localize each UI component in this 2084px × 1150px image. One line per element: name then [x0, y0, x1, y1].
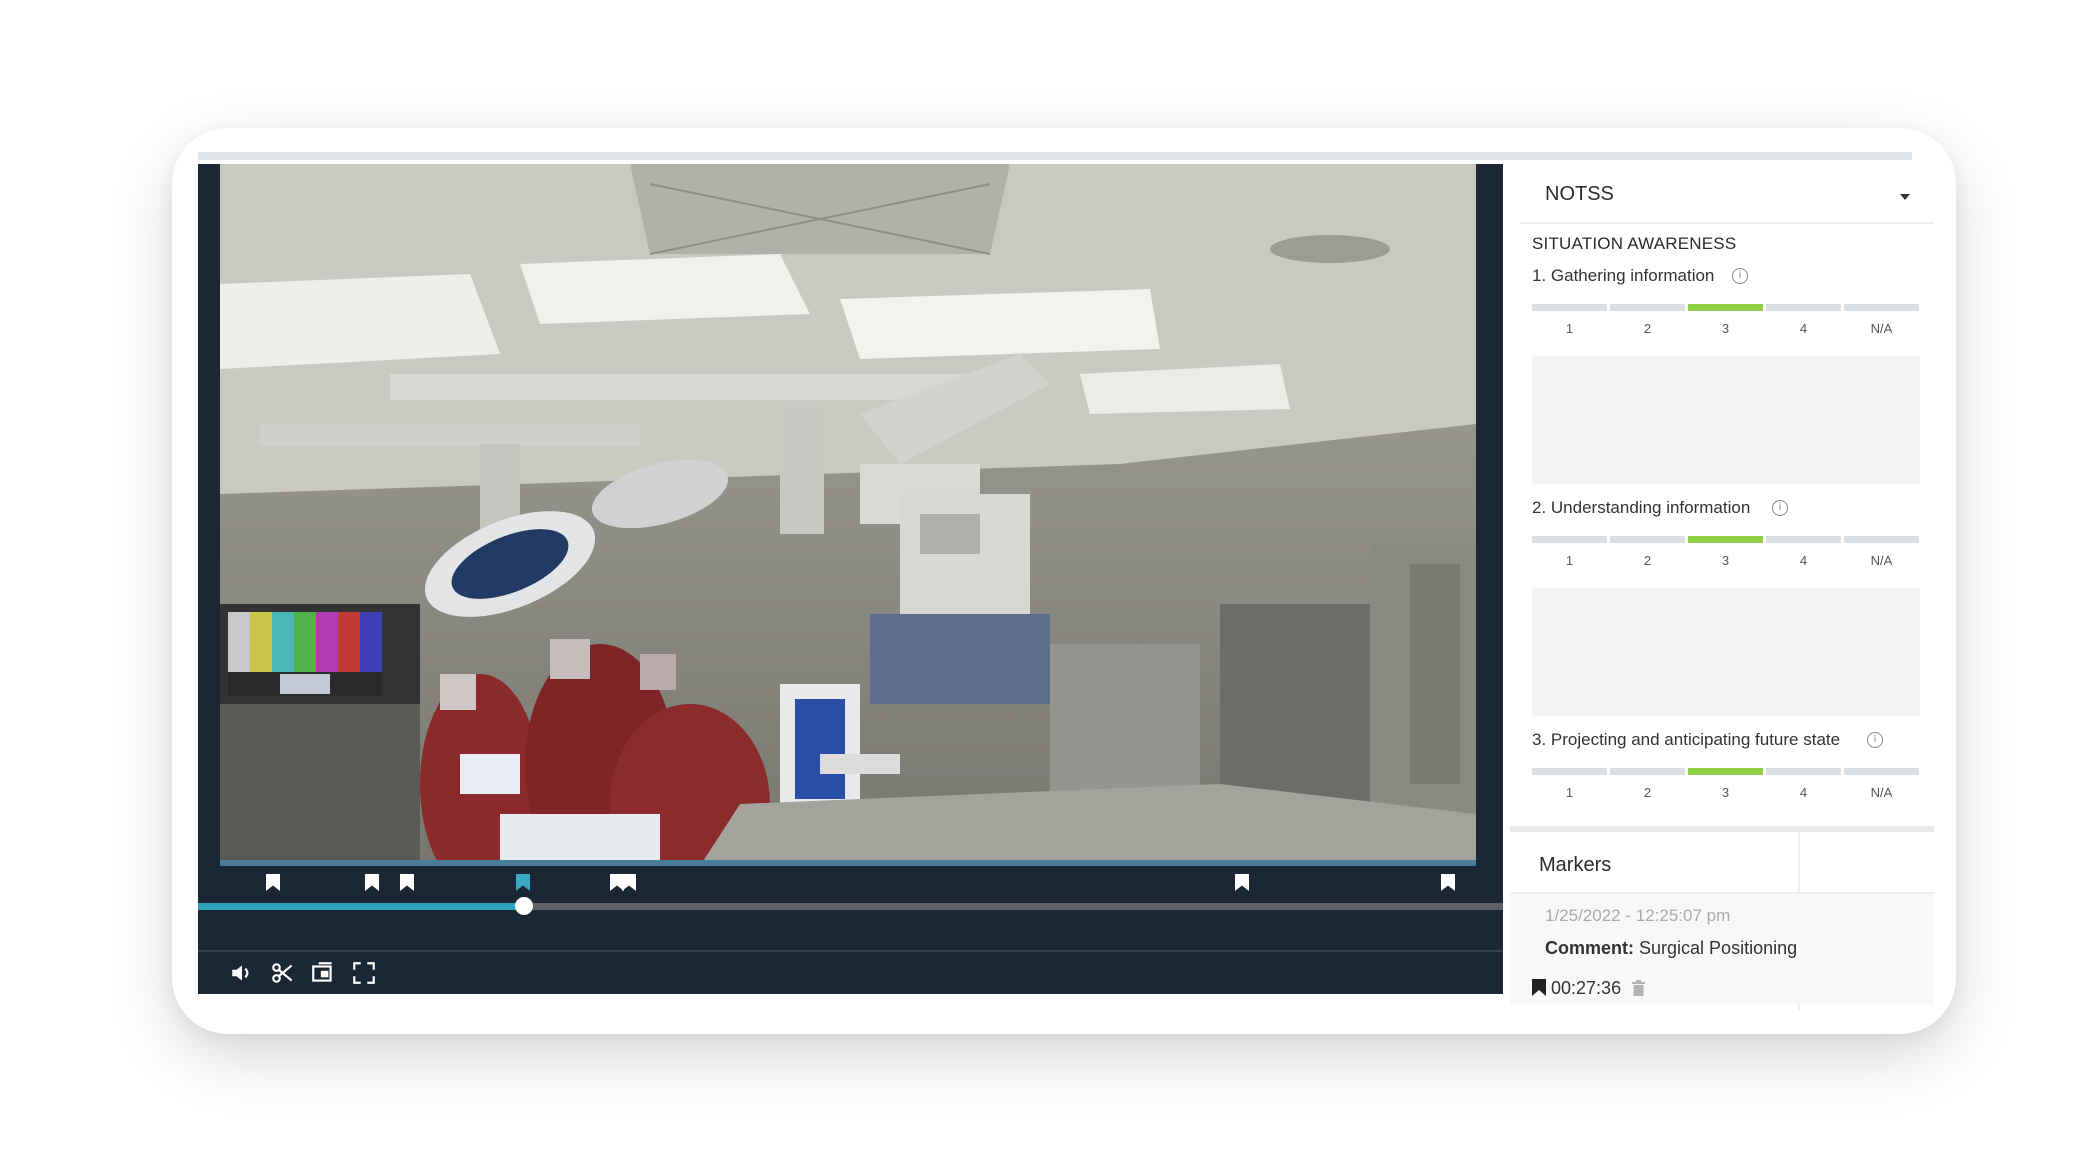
rating-label: 2 — [1643, 785, 1652, 800]
rating-label: 3 — [1721, 321, 1730, 336]
markers-panel: Markers 1/25/2022 - 12:25:07 pm Comment:… — [1510, 826, 1934, 1010]
comment-text: Surgical Positioning — [1639, 938, 1798, 958]
info-icon[interactable]: i — [1867, 732, 1883, 748]
rating-label: 4 — [1799, 785, 1808, 800]
rating-label: N/A — [1870, 321, 1893, 336]
rating-label: 4 — [1799, 553, 1808, 568]
trash-icon[interactable] — [1632, 980, 1646, 996]
rating-option[interactable] — [1610, 768, 1685, 775]
volume-icon[interactable] — [229, 960, 255, 986]
info-icon[interactable]: i — [1732, 268, 1748, 284]
rating-label: 4 — [1799, 321, 1808, 336]
bookmark-marker[interactable] — [365, 874, 379, 891]
comment-label: Comment: — [1545, 938, 1634, 958]
marker-timestamp-row: 00:27:36 — [1532, 978, 1646, 999]
rating-scale[interactable]: 1 2 3 4 N/A — [1532, 536, 1919, 568]
question-label: 1. Gathering information — [1532, 266, 1715, 285]
rating-scale[interactable]: 1 2 3 4 N/A — [1532, 768, 1919, 800]
progress-fill — [198, 903, 525, 910]
rating-option[interactable] — [1532, 536, 1607, 543]
rating-label: 2 — [1643, 321, 1652, 336]
comment-textarea[interactable] — [1532, 588, 1920, 716]
bookmark-marker-active[interactable] — [516, 874, 530, 891]
marker-datetime: 1/25/2022 - 12:25:07 pm — [1545, 906, 1731, 925]
rating-option[interactable] — [1766, 304, 1841, 311]
bookmark-marker[interactable] — [622, 874, 636, 891]
rating-option-selected[interactable] — [1688, 304, 1763, 311]
markers-header: Markers — [1510, 832, 1934, 894]
rating-option[interactable] — [1610, 304, 1685, 311]
player-spacer — [198, 928, 1503, 952]
marker-timestamp[interactable]: 00:27:36 — [1551, 978, 1621, 998]
bookmark-icon[interactable] — [1532, 979, 1546, 996]
rating-option[interactable] — [1766, 536, 1841, 543]
bookmark-marker[interactable] — [610, 874, 624, 891]
assessment-panel: NOTSS SITUATION AWARENESS 1. Gathering i… — [1510, 164, 1934, 824]
rating-option-selected[interactable] — [1688, 768, 1763, 775]
question-label: 2. Understanding information — [1532, 498, 1751, 517]
rating-label: 3 — [1721, 785, 1730, 800]
section-title: SITUATION AWARENESS — [1532, 234, 1737, 253]
rating-label: N/A — [1870, 785, 1893, 800]
bookmark-marker[interactable] — [1441, 874, 1455, 891]
progress-scrubber[interactable] — [515, 897, 534, 915]
rating-label: 1 — [1565, 553, 1574, 568]
rating-option[interactable] — [1844, 536, 1919, 543]
top-divider — [198, 152, 1912, 160]
comment-textarea[interactable] — [1532, 356, 1920, 484]
rating-option[interactable] — [1844, 768, 1919, 775]
rating-label: N/A — [1870, 553, 1893, 568]
video-marker-track — [198, 866, 1503, 896]
rating-label: 2 — [1643, 553, 1652, 568]
rating-option[interactable] — [1532, 304, 1607, 311]
markers-title: Markers — [1539, 854, 1612, 876]
fullscreen-icon[interactable] — [351, 960, 377, 986]
rating-label: 1 — [1565, 785, 1574, 800]
bookmark-marker[interactable] — [1235, 874, 1249, 891]
marker-comment: Comment: Surgical Positioning — [1545, 938, 1799, 959]
player-controls — [198, 952, 1503, 994]
panel-title: NOTSS — [1545, 183, 1614, 205]
bookmark-marker[interactable] — [400, 874, 414, 891]
rating-option[interactable] — [1532, 768, 1607, 775]
rating-option-selected[interactable] — [1688, 536, 1763, 543]
question-label: 3. Projecting and anticipating future st… — [1532, 730, 1841, 749]
video-frame-image — [220, 164, 1476, 866]
video-progress-bar[interactable] — [198, 896, 1503, 928]
chevron-down-icon[interactable] — [1900, 194, 1910, 200]
rating-option[interactable] — [1610, 536, 1685, 543]
snapshot-icon[interactable] — [310, 960, 336, 986]
rating-label: 1 — [1565, 321, 1574, 336]
rating-option[interactable] — [1766, 768, 1841, 775]
scissors-icon[interactable] — [270, 960, 296, 986]
rating-label: 3 — [1721, 553, 1730, 568]
bookmark-marker[interactable] — [266, 874, 280, 891]
rating-scale[interactable]: 1 2 3 4 N/A — [1532, 304, 1919, 336]
rating-option[interactable] — [1844, 304, 1919, 311]
assessment-dropdown[interactable]: NOTSS — [1520, 166, 1934, 224]
video-player[interactable] — [198, 164, 1503, 866]
info-icon[interactable]: i — [1772, 500, 1788, 516]
